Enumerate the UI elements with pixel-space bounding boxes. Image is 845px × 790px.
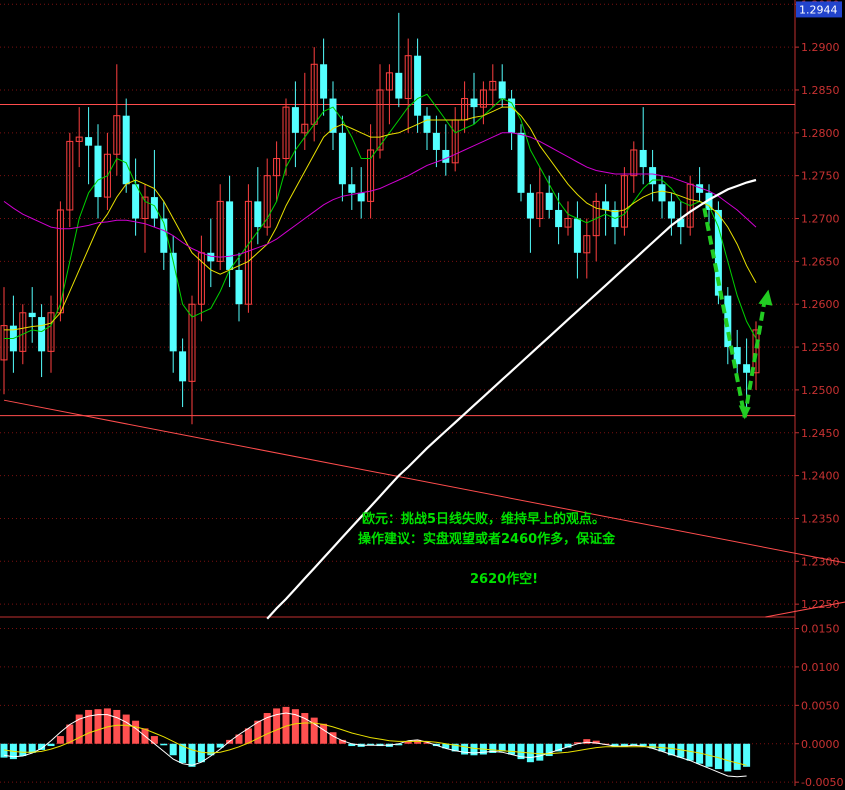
candle-body-down (573, 218, 581, 253)
macd-histogram-bar (320, 723, 328, 744)
price-tick-label: 1.2550 (801, 341, 840, 354)
annotation-line-3: 2620作空! (470, 572, 539, 587)
indicator-tick-label: -0.0050 (801, 776, 843, 786)
macd-histogram-bar (132, 720, 140, 744)
macd-histogram-bar (724, 743, 732, 772)
macd-histogram-bar (85, 709, 93, 744)
candle-body-down (432, 132, 440, 150)
macd-histogram-bar (47, 743, 55, 747)
indicator-tick-label: 0.0000 (801, 738, 840, 751)
candle-body-down (291, 107, 299, 133)
macd-histogram-bar (743, 743, 751, 767)
candle-body-down (338, 132, 346, 185)
indicator-tick-label: 0.0150 (801, 623, 840, 636)
candle-body-down (85, 137, 93, 146)
macd-histogram-bar (197, 743, 205, 763)
last-price-label: 1.2944 (799, 3, 838, 16)
macd-histogram-bar (56, 736, 64, 744)
candle-body-down (348, 184, 356, 193)
candle-body-down (169, 252, 177, 352)
candle-body-down (555, 209, 563, 228)
candle-body-down (602, 201, 610, 210)
macd-histogram-bar (733, 743, 741, 770)
candle-body-down (743, 364, 751, 373)
price-tick-label: 1.2350 (801, 512, 840, 525)
macd-histogram-bar (508, 743, 516, 755)
candle-body-down (226, 201, 234, 270)
macd-histogram-bar (470, 743, 478, 756)
candle-body-down (526, 192, 534, 219)
macd-histogram-bar (188, 743, 196, 767)
candle-body-down (667, 201, 675, 219)
candle-body-down (122, 115, 130, 185)
indicator-tick-label: 0.0050 (801, 699, 840, 712)
macd-histogram-bar (19, 743, 27, 757)
macd-histogram-bar (714, 743, 722, 770)
price-tick-label: 1.2500 (801, 384, 840, 397)
chart-canvas: 1.29501.29001.28501.28001.27501.27001.26… (0, 0, 845, 789)
price-tick-label: 1.2750 (801, 170, 840, 183)
price-tick-label: 1.2650 (801, 255, 840, 268)
price-tick-label: 1.2800 (801, 127, 840, 140)
candle-body-down (658, 184, 666, 202)
candle-body-down (235, 269, 243, 305)
candle-body-down (94, 145, 102, 198)
candle-body-down (38, 317, 46, 352)
price-tick-label: 1.2300 (801, 555, 840, 568)
price-tick-label: 1.2600 (801, 298, 840, 311)
candle-body-down (470, 98, 478, 108)
macd-histogram-bar (169, 743, 177, 756)
candle-body-down (545, 192, 553, 210)
candle-body-down (442, 149, 450, 163)
price-tick-label: 1.2900 (801, 41, 840, 54)
macd-histogram-bar (150, 736, 158, 744)
macd-histogram-bar (113, 709, 121, 744)
candle-body-down (207, 252, 215, 262)
annotation-line-1: 欧元：挑战5日线失败，维持早上的观点。 (362, 512, 606, 527)
candle-body-down (28, 312, 36, 318)
candle-body-down (150, 197, 158, 219)
candle-body-down (320, 64, 328, 99)
price-tick-label: 1.2450 (801, 427, 840, 440)
annotation-line-2: 操作建议：实盘观望或者2460作多，保证金 (358, 532, 616, 547)
macd-histogram-bar (310, 717, 318, 744)
candle-body-down (414, 55, 422, 116)
candle-body-down (395, 72, 403, 99)
forex-chart: 1.29501.29001.28501.28001.27501.27001.26… (0, 0, 845, 789)
candle-body-down (254, 201, 262, 228)
price-tick-label: 1.2850 (801, 84, 840, 97)
indicator-tick-label: 0.0100 (801, 661, 840, 674)
candle-body-down (179, 351, 187, 382)
candle-body-down (423, 115, 431, 133)
candle-body-down (517, 132, 525, 193)
price-tick-label: 1.2700 (801, 213, 840, 226)
price-tick-label: 1.2400 (801, 470, 840, 483)
candle-body-down (639, 149, 647, 168)
macd-histogram-bar (207, 743, 215, 756)
macd-histogram-bar (160, 743, 168, 746)
candle-body-down (498, 81, 506, 99)
candle-body-down (357, 192, 365, 202)
macd-histogram-bar (122, 714, 130, 744)
macd-histogram-bar (536, 743, 544, 761)
